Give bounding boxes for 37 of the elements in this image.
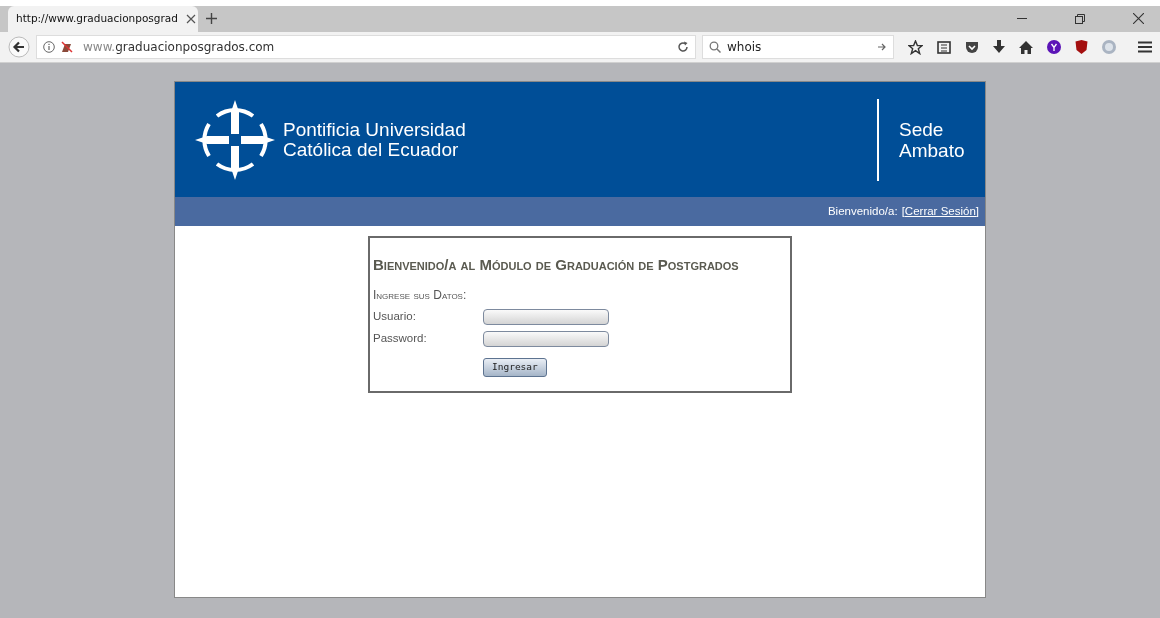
input-field[interactable] <box>483 309 609 325</box>
close-icon[interactable] <box>1133 13 1144 24</box>
url-text: www.graduacionposgrados.com <box>83 39 275 56</box>
restore-icon[interactable] <box>1075 13 1085 24</box>
login-button[interactable]: Ingresar <box>483 358 547 377</box>
reload-icon[interactable] <box>677 41 689 53</box>
menu-icon[interactable] <box>1138 41 1152 53</box>
search-field[interactable]: whois <box>702 35 894 59</box>
new-tab-icon[interactable] <box>206 13 217 24</box>
minimize-icon[interactable] <box>1017 17 1027 20</box>
address-bar[interactable]: www.graduacionposgrados.com <box>36 35 696 59</box>
reading-list-icon[interactable] <box>937 40 951 54</box>
campus-name: Ambato <box>899 139 966 161</box>
university-name: Católica del Ecuador <box>283 139 460 160</box>
download-icon[interactable] <box>993 40 1005 54</box>
back-icon[interactable] <box>8 36 30 58</box>
login-subtitle: Ingrese sus Datos: <box>373 287 468 304</box>
insecure-icon <box>61 41 73 53</box>
close-icon[interactable] <box>185 14 196 24</box>
search-icon <box>709 41 721 53</box>
info-icon <box>43 41 55 53</box>
campus-name: Sede <box>899 118 945 140</box>
logout-link[interactable]: [Cerrar Sesión] <box>901 202 979 221</box>
arrow-icon[interactable] <box>877 42 887 52</box>
cross-logo-icon <box>195 99 275 180</box>
greeting-text: Bienvenido/a: <box>827 203 898 219</box>
star-icon[interactable] <box>908 39 923 55</box>
field-label: Usuario: <box>373 309 417 325</box>
shield-icon[interactable] <box>1075 40 1088 54</box>
input-field[interactable] <box>483 331 609 347</box>
login-title: Bienvenido/a al Módulo de Graduación de Postgrados <box>373 256 740 274</box>
home-icon[interactable] <box>1019 40 1033 54</box>
pocket-icon[interactable] <box>965 40 979 54</box>
field-label: Password: <box>373 331 428 347</box>
university-name: Pontificia Universidad <box>283 119 466 140</box>
browser-tab[interactable]: http://www.graduacionposgrad <box>8 6 198 32</box>
extension-icon[interactable] <box>1047 40 1061 54</box>
